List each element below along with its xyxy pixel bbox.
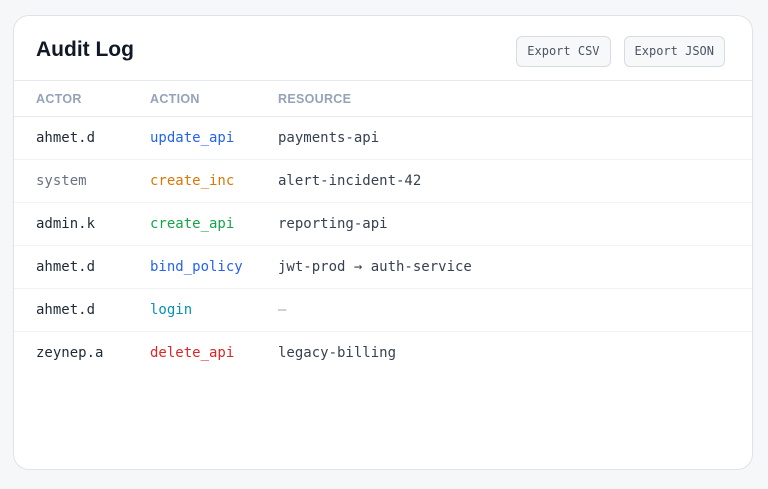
page-title: Audit Log [36,38,134,61]
table-row: zeynep.a delete_api legacy-billing [14,332,752,375]
actor-cell: zeynep.a [36,345,104,361]
action-cell: update_api [150,116,278,160]
column-header-resource: RESOURCE [278,81,752,117]
table-row: ahmet.d bind_policy jwt-prod → auth-serv… [14,245,752,289]
resource-cell: alert-incident-42 [278,159,752,203]
action-cell: create_api [150,202,278,246]
actor-cell: ahmet.d [14,245,150,289]
table-row: system create_inc alert-incident-42 [14,159,752,203]
action-cell: create_inc [150,159,278,203]
action-cell: login [150,288,278,332]
actor-cell: admin.k [14,202,150,246]
actor-cell: system [14,159,150,203]
card-header: Audit Log Export CSV Export JSON [14,16,752,81]
actor-cell: ahmet.d [14,288,150,332]
resource-cell: — [278,288,752,332]
table-row: ahmet.d login — [14,288,752,332]
action-cell: delete_api [150,345,235,361]
table-header-row: ACTOR ACTION RESOURCE [14,81,752,117]
column-header-actor: ACTOR [14,81,150,117]
resource-cell: reporting-api [278,202,752,246]
table-row: ahmet.d update_api payments-api [14,116,752,160]
resource-cell: payments-api [278,116,752,160]
export-actions: Export CSV Export JSON [516,36,725,67]
export-json-button[interactable]: Export JSON [623,36,725,67]
column-header-action: ACTION [150,81,278,117]
resource-cell: jwt-prod → auth-service [278,245,752,289]
actor-cell: ahmet.d [14,116,150,160]
action-cell: bind_policy [150,245,278,289]
table-row: admin.k create_api reporting-api [14,202,752,246]
export-csv-button[interactable]: Export CSV [516,36,611,67]
audit-table: ACTOR ACTION RESOURCE ahmet.d update_api… [14,81,752,374]
resource-cell: legacy-billing [278,345,397,361]
audit-log-card: Audit Log Export CSV Export JSON ACTOR A… [13,15,753,470]
